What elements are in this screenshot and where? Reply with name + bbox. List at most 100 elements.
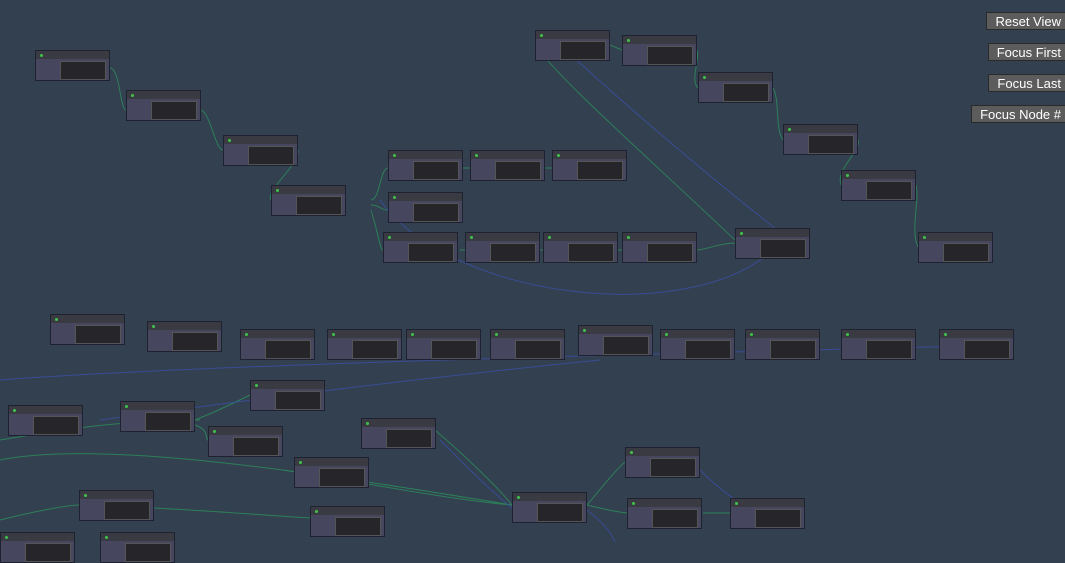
graph-node[interactable]: [535, 30, 610, 61]
node-header[interactable]: [127, 91, 200, 99]
node-header[interactable]: [466, 233, 539, 241]
graph-node[interactable]: [406, 329, 481, 360]
node-text-field[interactable]: [577, 161, 623, 180]
output-port-icon[interactable]: [276, 189, 279, 192]
output-port-icon[interactable]: [540, 34, 543, 37]
output-port-icon[interactable]: [55, 318, 58, 321]
output-port-icon[interactable]: [393, 196, 396, 199]
graph-node[interactable]: [35, 50, 110, 81]
graph-node[interactable]: [310, 506, 385, 537]
node-text-field[interactable]: [943, 243, 989, 262]
node-text-field[interactable]: [647, 46, 693, 65]
output-port-icon[interactable]: [131, 94, 134, 97]
node-text-field[interactable]: [685, 340, 731, 359]
focus-last-button[interactable]: Focus Last: [988, 74, 1065, 92]
output-port-icon[interactable]: [315, 510, 318, 513]
output-port-icon[interactable]: [846, 333, 849, 336]
node-text-field[interactable]: [151, 101, 197, 120]
node-header[interactable]: [661, 330, 734, 338]
node-text-field[interactable]: [866, 181, 912, 200]
output-port-icon[interactable]: [735, 502, 738, 505]
node-header[interactable]: [121, 402, 194, 410]
graph-node[interactable]: [388, 192, 463, 223]
node-text-field[interactable]: [386, 429, 432, 448]
graph-node[interactable]: [0, 532, 75, 563]
output-port-icon[interactable]: [495, 333, 498, 336]
node-header[interactable]: [919, 233, 992, 241]
graph-node[interactable]: [50, 314, 125, 345]
graph-node[interactable]: [735, 228, 810, 259]
output-port-icon[interactable]: [740, 232, 743, 235]
output-port-icon[interactable]: [630, 451, 633, 454]
node-header[interactable]: [389, 193, 462, 201]
output-port-icon[interactable]: [228, 139, 231, 142]
output-port-icon[interactable]: [332, 333, 335, 336]
node-header[interactable]: [699, 73, 772, 81]
reset-view-button[interactable]: Reset View: [986, 12, 1065, 30]
node-header[interactable]: [579, 326, 652, 334]
node-header[interactable]: [389, 151, 462, 159]
graph-node[interactable]: [625, 447, 700, 478]
graph-node[interactable]: [622, 35, 697, 66]
graph-node[interactable]: [470, 150, 545, 181]
node-header[interactable]: [842, 171, 915, 179]
node-header[interactable]: [940, 330, 1013, 338]
graph-node[interactable]: [240, 329, 315, 360]
graph-node[interactable]: [465, 232, 540, 263]
node-header[interactable]: [1, 533, 74, 541]
node-text-field[interactable]: [413, 161, 459, 180]
graph-node[interactable]: [327, 329, 402, 360]
node-text-field[interactable]: [647, 243, 693, 262]
output-port-icon[interactable]: [125, 405, 128, 408]
output-port-icon[interactable]: [5, 536, 8, 539]
node-text-field[interactable]: [275, 391, 321, 410]
output-port-icon[interactable]: [40, 54, 43, 57]
node-text-field[interactable]: [760, 239, 806, 258]
node-header[interactable]: [241, 330, 314, 338]
output-port-icon[interactable]: [517, 496, 520, 499]
node-text-field[interactable]: [770, 340, 816, 359]
graph-node[interactable]: [8, 405, 83, 436]
node-text-field[interactable]: [560, 41, 606, 60]
node-text-field[interactable]: [866, 340, 912, 359]
node-header[interactable]: [36, 51, 109, 59]
node-header[interactable]: [553, 151, 626, 159]
node-text-field[interactable]: [515, 340, 561, 359]
node-header[interactable]: [842, 330, 915, 338]
graph-node[interactable]: [660, 329, 735, 360]
node-text-field[interactable]: [495, 161, 541, 180]
output-port-icon[interactable]: [411, 333, 414, 336]
node-header[interactable]: [311, 507, 384, 515]
node-text-field[interactable]: [265, 340, 311, 359]
graph-node[interactable]: [552, 150, 627, 181]
node-text-field[interactable]: [233, 437, 279, 456]
node-header[interactable]: [628, 499, 701, 507]
graph-node[interactable]: [388, 150, 463, 181]
node-header[interactable]: [536, 31, 609, 39]
output-port-icon[interactable]: [475, 154, 478, 157]
output-port-icon[interactable]: [213, 430, 216, 433]
node-header[interactable]: [491, 330, 564, 338]
node-header[interactable]: [209, 427, 282, 435]
node-header[interactable]: [328, 330, 401, 338]
node-header[interactable]: [623, 233, 696, 241]
graph-node[interactable]: [939, 329, 1014, 360]
output-port-icon[interactable]: [665, 333, 668, 336]
output-port-icon[interactable]: [627, 236, 630, 239]
node-header[interactable]: [407, 330, 480, 338]
node-header[interactable]: [9, 406, 82, 414]
node-text-field[interactable]: [33, 416, 79, 435]
output-port-icon[interactable]: [632, 502, 635, 505]
graph-node[interactable]: [543, 232, 618, 263]
node-header[interactable]: [80, 491, 153, 499]
node-text-field[interactable]: [248, 146, 294, 165]
node-text-field[interactable]: [603, 336, 649, 355]
output-port-icon[interactable]: [388, 236, 391, 239]
graph-node[interactable]: [120, 401, 195, 432]
graph-node[interactable]: [627, 498, 702, 529]
output-port-icon[interactable]: [627, 39, 630, 42]
graph-node[interactable]: [79, 490, 154, 521]
node-header[interactable]: [626, 448, 699, 456]
node-text-field[interactable]: [60, 61, 106, 80]
node-header[interactable]: [51, 315, 124, 323]
